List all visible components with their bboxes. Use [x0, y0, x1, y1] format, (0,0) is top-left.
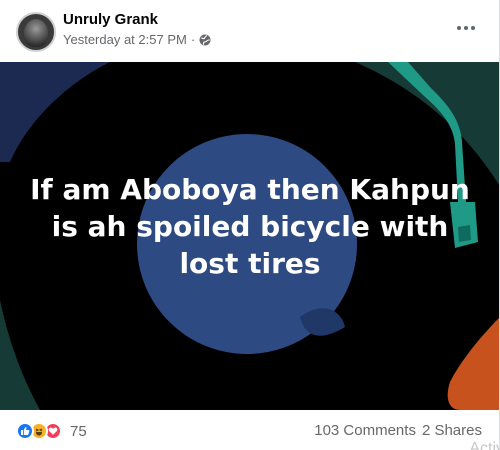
reactions-summary[interactable]: 75 [16, 422, 87, 440]
author-avatar[interactable] [16, 12, 56, 52]
more-options-icon[interactable] [454, 18, 478, 38]
globe-icon [199, 34, 211, 46]
reaction-count[interactable]: 75 [70, 423, 87, 440]
post-footer: 75 103 Comments 2 Shares Activ [0, 410, 499, 450]
facebook-post: Unruly Grank Yesterday at 2:57 PM · If a… [0, 0, 500, 450]
shares-count-link[interactable]: 2 Shares [422, 422, 482, 439]
post-meta: Yesterday at 2:57 PM · [63, 32, 211, 47]
comments-count-link[interactable]: 103 Comments [314, 422, 416, 439]
post-timestamp[interactable]: Yesterday at 2:57 PM [63, 32, 187, 47]
post-header: Unruly Grank Yesterday at 2:57 PM · [0, 0, 499, 62]
more-dot [464, 26, 468, 30]
post-image[interactable]: If am Aboboya then Kahpun is ah spoiled … [0, 62, 499, 410]
more-dot [457, 26, 461, 30]
post-stats: 103 Comments 2 Shares [314, 422, 482, 439]
avatar-image [24, 19, 48, 47]
more-dot [471, 26, 475, 30]
image-caption: If am Aboboya then Kahpun is ah spoiled … [30, 173, 470, 280]
activation-watermark: Activ [469, 440, 499, 450]
meta-separator: · [190, 32, 196, 47]
author-name[interactable]: Unruly Grank [63, 11, 158, 28]
like-icon [16, 422, 34, 440]
